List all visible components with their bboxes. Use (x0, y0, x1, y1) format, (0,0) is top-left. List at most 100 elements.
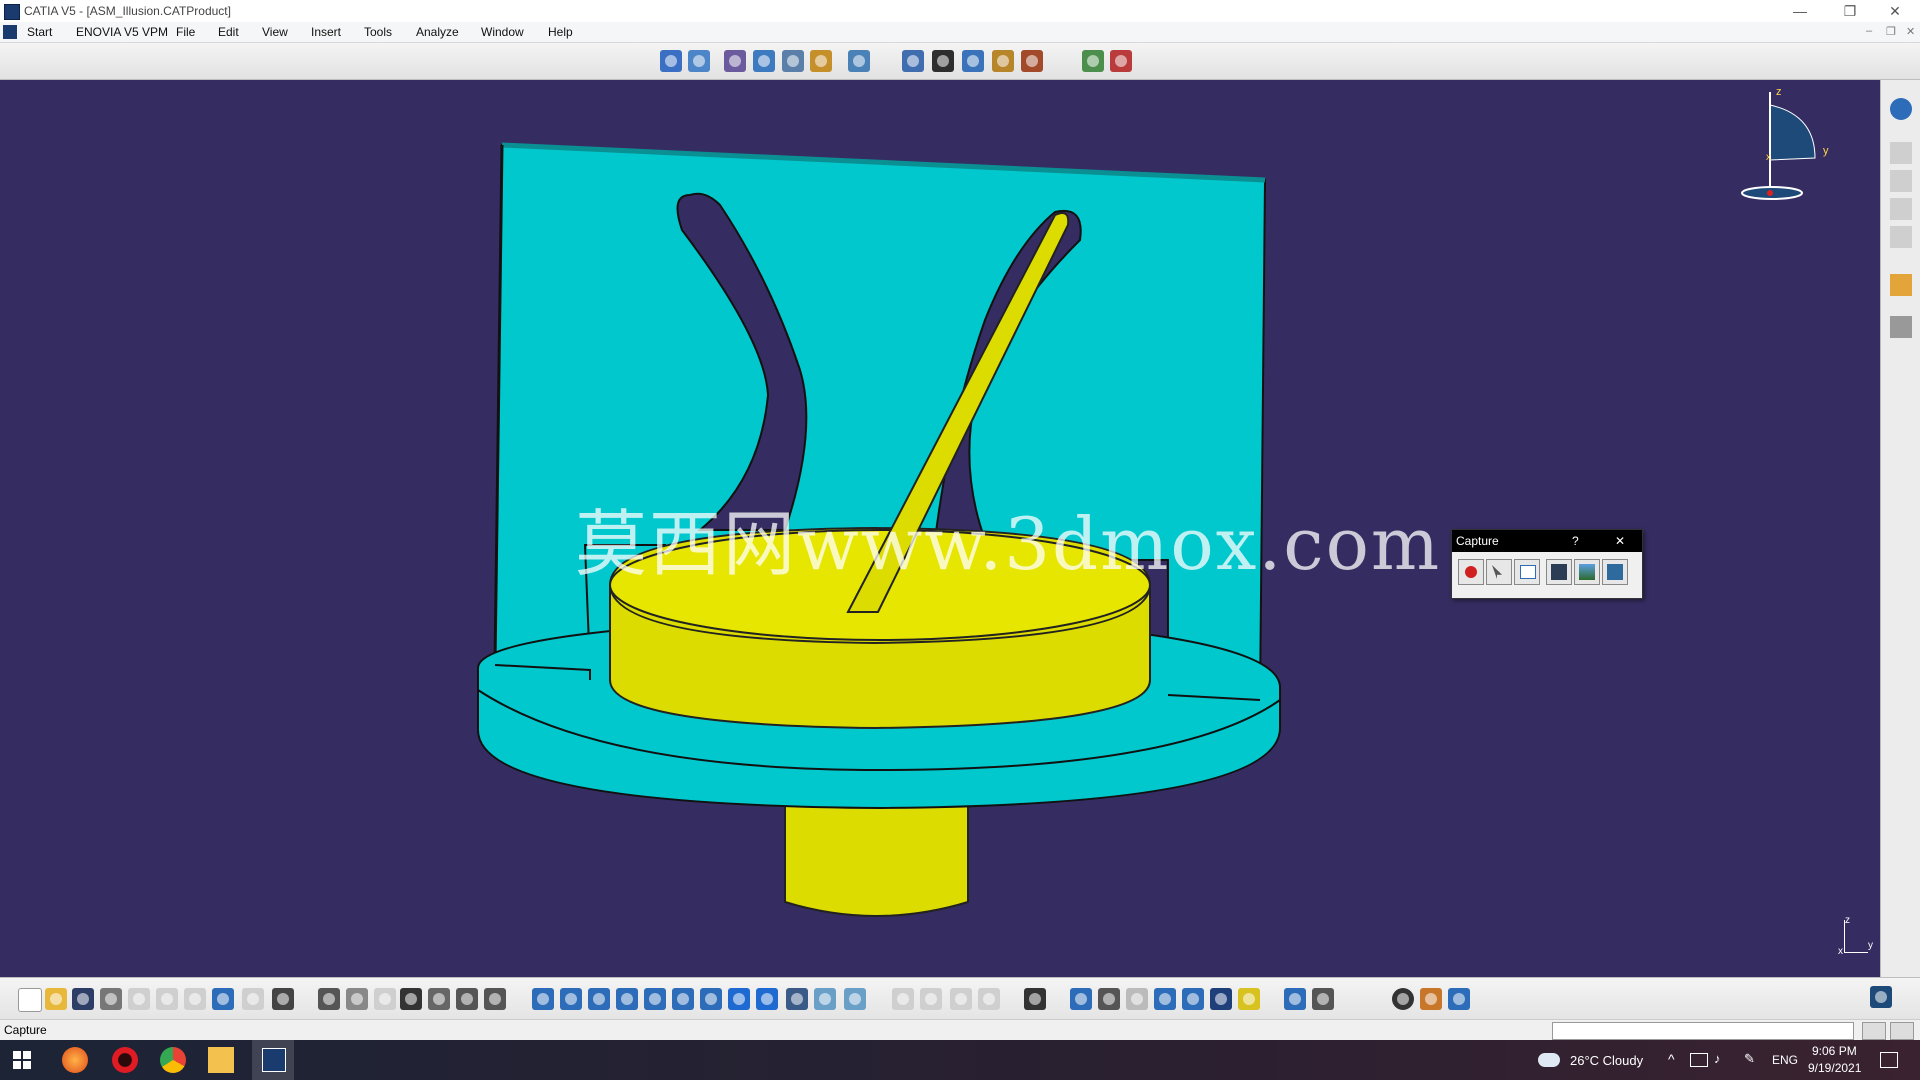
clash-icon[interactable] (1312, 988, 1334, 1010)
copy-icon[interactable] (156, 988, 178, 1010)
fly-icon[interactable] (532, 988, 554, 1010)
start-menu-icon[interactable] (3, 25, 17, 39)
menu-enovia[interactable]: ENOVIA V5 VPM (76, 25, 168, 39)
opera-icon[interactable] (112, 1047, 138, 1073)
fit-all-icon[interactable] (560, 988, 582, 1010)
capture-dialog[interactable]: Capture ? ✕ (1451, 529, 1643, 599)
mdi-minimize-button[interactable]: – (1866, 25, 1872, 37)
view-icon[interactable] (848, 50, 870, 72)
catia-task-button[interactable] (252, 1040, 294, 1080)
menu-insert[interactable]: Insert (311, 25, 341, 39)
network-icon[interactable] (1690, 1053, 1708, 1067)
notifications-icon[interactable] (1880, 1052, 1898, 1068)
undo-icon[interactable] (212, 988, 234, 1010)
album-icon[interactable] (1602, 559, 1628, 585)
part-icon[interactable] (1890, 170, 1912, 192)
menu-help[interactable]: Help (548, 25, 573, 39)
film-icon[interactable] (932, 50, 954, 72)
hide-show-icon[interactable] (814, 988, 836, 1010)
explode-assembly-icon[interactable] (1448, 988, 1470, 1010)
capture-help-button[interactable]: ? (1572, 534, 1579, 548)
lookat-icon[interactable] (902, 50, 924, 72)
zoom-area-icon[interactable] (1154, 988, 1176, 1010)
print-icon[interactable] (100, 988, 122, 1010)
image-icon[interactable] (1574, 559, 1600, 585)
walk-icon[interactable] (688, 50, 710, 72)
new-icon[interactable] (18, 988, 42, 1012)
command-input[interactable] (1552, 1022, 1854, 1040)
capture-title-bar[interactable]: Capture ? ✕ (1452, 530, 1642, 552)
table-icon[interactable] (400, 988, 422, 1010)
component-icon[interactable] (1890, 198, 1912, 220)
search-icon[interactable] (1098, 988, 1120, 1010)
next-icon[interactable] (920, 988, 942, 1010)
colors-icon[interactable] (1210, 988, 1232, 1010)
firefox-icon[interactable] (62, 1047, 88, 1073)
settings-icon[interactable] (1420, 988, 1442, 1010)
formula-icon[interactable] (318, 988, 340, 1010)
chrome-icon[interactable] (160, 1047, 186, 1073)
properties-icon[interactable] (1238, 988, 1260, 1010)
menu-edit[interactable]: Edit (218, 25, 239, 39)
zoom-area-icon[interactable] (782, 50, 804, 72)
manipulate-icon[interactable] (950, 988, 972, 1010)
menu-tools[interactable]: Tools (364, 25, 392, 39)
fly-mode-icon[interactable] (660, 50, 682, 72)
open-icon[interactable] (45, 988, 67, 1010)
pan-icon[interactable] (753, 50, 775, 72)
explode-icon[interactable] (978, 988, 1000, 1010)
clock-time[interactable]: 9:06 PM (1812, 1044, 1857, 1058)
menu-start[interactable]: Start (27, 25, 52, 39)
menu-analyze[interactable]: Analyze (416, 25, 459, 39)
comment-icon[interactable] (346, 988, 368, 1010)
menu-window[interactable]: Window (481, 25, 524, 39)
rotate-icon[interactable] (724, 50, 746, 72)
redo-icon[interactable] (242, 988, 264, 1010)
update-icon[interactable] (1392, 988, 1414, 1010)
windows-start-icon[interactable] (10, 1047, 36, 1073)
cut-icon[interactable] (128, 988, 150, 1010)
clock-date[interactable]: 9/19/2021 (1808, 1061, 1861, 1075)
menu-file[interactable]: File (176, 25, 195, 39)
gear-icon[interactable] (1890, 316, 1912, 338)
catalog-icon[interactable] (484, 988, 506, 1010)
capture-close-button[interactable]: ✕ (1615, 534, 1625, 548)
restore-button[interactable]: ❐ (1830, 0, 1870, 22)
compass-icon[interactable] (1070, 988, 1092, 1010)
select-arrow-icon[interactable] (1890, 274, 1912, 296)
constraints-icon[interactable] (428, 988, 450, 1010)
spec-tree-icon[interactable] (1890, 98, 1912, 120)
iso-view-icon[interactable] (756, 988, 778, 1010)
pen-icon[interactable]: ✎ (1744, 1051, 1755, 1067)
zoom-out-icon[interactable] (672, 988, 694, 1010)
previous-icon[interactable] (892, 988, 914, 1010)
distance-icon[interactable] (1284, 988, 1306, 1010)
rotate-icon[interactable] (616, 988, 638, 1010)
paste-icon[interactable] (184, 988, 206, 1010)
chevron-up-icon[interactable]: ^ (1668, 1051, 1675, 1067)
record-icon[interactable] (1458, 559, 1484, 585)
pan-icon[interactable] (588, 988, 610, 1010)
snap-icon[interactable] (456, 988, 478, 1010)
existing-component-icon[interactable] (1890, 226, 1912, 248)
catia-app-icon[interactable] (4, 4, 20, 20)
menu-view[interactable]: View (262, 25, 288, 39)
multi-view-icon[interactable] (728, 988, 750, 1010)
product-icon[interactable] (1890, 142, 1912, 164)
lighting-icon[interactable] (1182, 988, 1204, 1010)
save-icon[interactable] (72, 988, 94, 1010)
minimize-button[interactable]: — (1780, 0, 1820, 22)
normal-view-icon[interactable] (810, 50, 832, 72)
shading-icon[interactable] (786, 988, 808, 1010)
measure-icon[interactable] (374, 988, 396, 1010)
camera-icon[interactable] (962, 50, 984, 72)
filter-icon[interactable] (1126, 988, 1148, 1010)
camera-icon[interactable] (1024, 988, 1046, 1010)
catalog-icon[interactable] (1082, 50, 1104, 72)
mdi-restore-button[interactable]: ❐ (1886, 25, 1896, 38)
zoom-in-icon[interactable] (644, 988, 666, 1010)
close-button[interactable]: ✕ (1875, 0, 1915, 22)
volume-icon[interactable]: ♪ (1714, 1051, 1721, 1066)
render-icon[interactable] (992, 50, 1014, 72)
power-input-button[interactable] (1862, 1022, 1886, 1040)
